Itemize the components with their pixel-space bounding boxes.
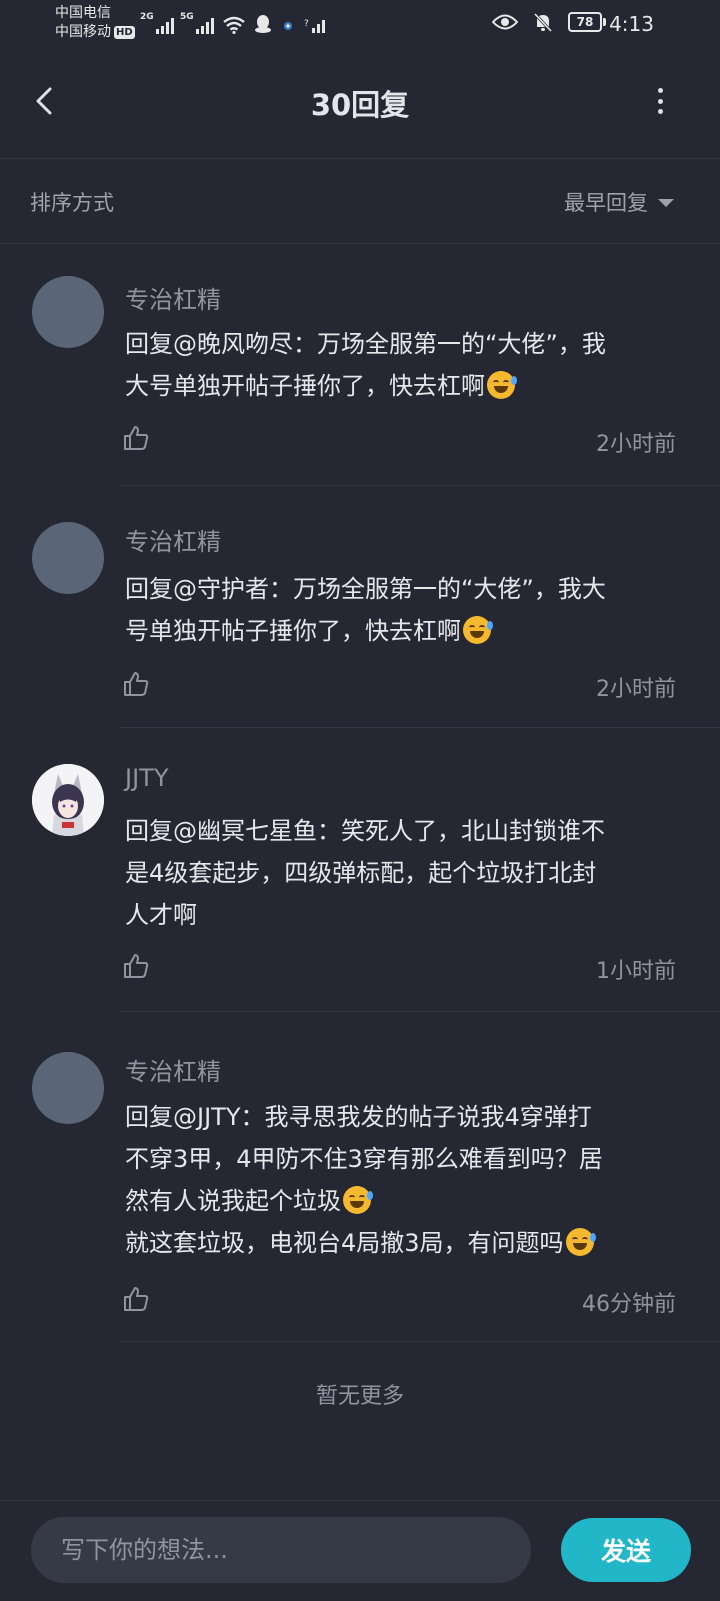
wifi-icon	[223, 16, 245, 34]
comment-line: 然有人说我起个垃圾	[125, 1187, 341, 1215]
sort-value: 最早回复	[564, 191, 648, 215]
comment-line: 回复@JJTY：我寻思我发的帖子说我4穿弹打	[125, 1103, 592, 1131]
username[interactable]: 专治杠精	[125, 1052, 221, 1087]
username[interactable]: 专治杠精	[125, 280, 221, 315]
comment-line: 号单独开帖子捶你了，快去杠啊	[125, 617, 461, 645]
timestamp: 46分钟前	[582, 1292, 676, 1317]
comment-item: 专治杠精 回复@JJTY：我寻思我发的帖子说我4穿弹打 不穿3甲，4甲防不住3穿…	[0, 1012, 720, 1342]
eye-icon	[492, 14, 518, 30]
thumbs-up-icon[interactable]	[122, 952, 150, 980]
sweat-smile-emoji-icon	[343, 1186, 373, 1214]
sort-dropdown[interactable]: 最早回复	[564, 187, 674, 217]
carrier-info: 中国电信 中国移动 HD	[55, 4, 135, 42]
network-type-2: 5G	[180, 12, 194, 22]
carrier-2: 中国移动	[55, 24, 111, 40]
clock: 4:13	[609, 12, 654, 36]
battery-icon: 78	[568, 12, 606, 32]
comment-text[interactable]: 回复@JJTY：我寻思我发的帖子说我4穿弹打 不穿3甲，4甲防不住3穿有那么难看…	[125, 1096, 690, 1264]
no-more-label: 暂无更多	[315, 1384, 404, 1409]
comment-line: 回复@晚风吻尽：万场全服第一的“大佬”，我	[125, 330, 606, 358]
comment-line: 回复@幽冥七星鱼：笑死人了，北山封锁谁不	[125, 817, 605, 845]
page-title: 30回复	[310, 88, 410, 122]
qq-icon	[255, 15, 271, 33]
avatar[interactable]	[32, 764, 104, 836]
avatar[interactable]	[32, 522, 104, 594]
caret-down-icon	[658, 199, 674, 207]
comment-line: 是4级套起步，四级弹标配，起个垃圾打北封	[125, 859, 597, 887]
more-options-icon[interactable]	[654, 88, 666, 114]
comment-line: 回复@守护者：万场全服第一的“大佬”，我大	[125, 575, 606, 603]
signal-icon-2g: 2G	[140, 12, 174, 34]
reply-input[interactable]	[31, 1517, 531, 1583]
signal-icon-5g: 5G	[180, 12, 214, 34]
username[interactable]: 专治杠精	[125, 522, 221, 557]
comment-item: JJTY 回复@幽冥七星鱼：笑死人了，北山封锁谁不 是4级套起步，四级弹标配，起…	[0, 728, 720, 1012]
data-signal-icon: ?	[304, 19, 325, 33]
carrier-1: 中国电信	[55, 5, 111, 21]
comment-line: 不穿3甲，4甲防不住3穿有那么难看到吗？居	[125, 1145, 603, 1173]
timestamp: 2小时前	[596, 432, 676, 457]
anime-avatar-image	[32, 764, 104, 836]
username[interactable]: JJTY	[125, 764, 168, 792]
send-button[interactable]: 发送	[561, 1518, 691, 1582]
thumbs-up-icon[interactable]	[122, 670, 150, 698]
thumbs-up-icon[interactable]	[122, 1285, 150, 1313]
comment-text[interactable]: 回复@幽冥七星鱼：笑死人了，北山封锁谁不 是4级套起步，四级弹标配，起个垃圾打北…	[125, 810, 690, 936]
status-bar: 中国电信 中国移动 HD 2G 5G ? 78 4:13	[0, 0, 720, 48]
avatar[interactable]	[32, 1052, 104, 1124]
comment-text[interactable]: 回复@晚风吻尽：万场全服第一的“大佬”，我 大号单独开帖子捶你了，快去杠啊	[125, 323, 690, 407]
svg-text:?: ?	[304, 19, 309, 29]
sweat-smile-emoji-icon	[565, 1228, 596, 1256]
hd-badge: HD	[114, 26, 135, 39]
comment-line: 就这套垃圾，电视台4局撤3局，有问题吗	[125, 1229, 564, 1257]
avatar[interactable]	[32, 276, 104, 348]
top-nav-bar: 30回复	[0, 48, 720, 159]
sort-label: 排序方式	[30, 191, 114, 215]
timestamp: 2小时前	[596, 677, 676, 702]
comment-item: 专治杠精 回复@守护者：万场全服第一的“大佬”，我大 号单独开帖子捶你了，快去杠…	[0, 486, 720, 728]
app-notification-icon	[284, 22, 292, 30]
divider	[120, 1341, 720, 1342]
comment-line: 大号单独开帖子捶你了，快去杠啊	[125, 372, 485, 400]
thumbs-up-icon[interactable]	[122, 424, 150, 452]
sort-bar: 排序方式 最早回复	[0, 159, 720, 244]
comment-text[interactable]: 回复@守护者：万场全服第一的“大佬”，我大 号单独开帖子捶你了，快去杠啊	[125, 568, 690, 652]
comment-line: 人才啊	[125, 901, 197, 929]
rofl-emoji-icon	[487, 371, 517, 399]
comment-item: 专治杠精 回复@晚风吻尽：万场全服第一的“大佬”，我 大号单独开帖子捶你了，快去…	[0, 244, 720, 486]
reply-input-bar: 发送	[0, 1500, 720, 1601]
status-icons-right: 78	[492, 11, 606, 33]
rofl-emoji-icon	[463, 616, 493, 644]
network-type-1: 2G	[140, 12, 154, 22]
mute-bell-icon	[533, 12, 553, 33]
signal-group: 2G 5G ?	[140, 12, 326, 34]
timestamp: 1小时前	[596, 959, 676, 984]
